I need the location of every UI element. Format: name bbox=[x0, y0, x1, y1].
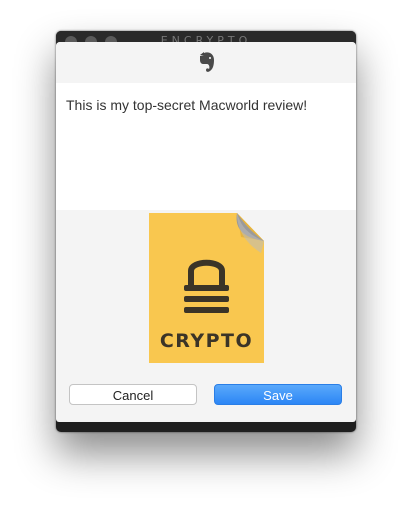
note-content-area[interactable]: This is my top-secret Macworld review! bbox=[56, 83, 356, 210]
note-text: This is my top-secret Macworld review! bbox=[66, 97, 308, 113]
save-button[interactable]: Save bbox=[214, 384, 342, 405]
app-window: ENCRYPTO This is my top-secret Macworld … bbox=[56, 31, 356, 432]
evernote-elephant-icon bbox=[200, 52, 214, 72]
sheet-header bbox=[56, 42, 356, 82]
cancel-button[interactable]: Cancel bbox=[69, 384, 197, 405]
crypto-file-label: CRYPTO bbox=[159, 330, 254, 352]
save-sheet: This is my top-secret Macworld review! C… bbox=[56, 42, 356, 422]
